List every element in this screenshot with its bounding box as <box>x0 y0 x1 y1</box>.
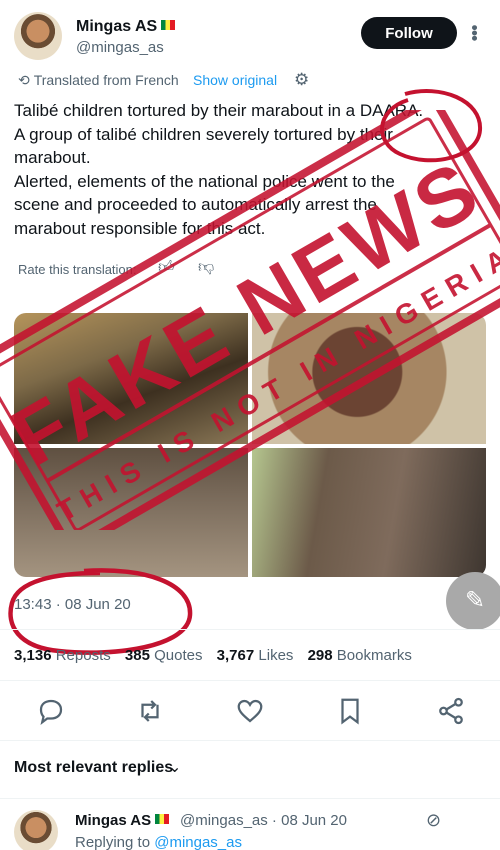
bookmarks-count[interactable]: 298 <box>308 647 333 664</box>
likes-label[interactable]: Likes <box>258 647 293 664</box>
media-photo[interactable] <box>14 313 248 444</box>
translated-notice: ⟲ Translated from French <box>18 72 179 88</box>
reply-avatar[interactable] <box>14 810 58 850</box>
post-text-line: Talibé children tortured by their marabo… <box>14 101 424 120</box>
grok-icon[interactable]: ⊘ <box>426 810 441 831</box>
post-header: Mingas AS @mingas_as Follow ••• <box>14 12 486 62</box>
senegal-flag-icon <box>161 20 176 30</box>
divider <box>0 740 500 741</box>
reply-icon[interactable] <box>36 696 66 726</box>
post-text-line: A group of talibé children severely tort… <box>14 124 393 144</box>
thumbs-down-icon[interactable]: 👎︎ <box>198 258 214 277</box>
replying-to: Replying to @mingas_as <box>75 834 242 850</box>
thumbs-up-icon[interactable]: 👍︎ <box>158 258 175 277</box>
show-original-link[interactable]: Show original <box>193 72 277 88</box>
replying-to-handle[interactable]: @mingas_as <box>154 834 242 850</box>
post-text-line: Alerted, elements of the national police… <box>14 171 395 191</box>
bookmark-icon[interactable] <box>335 696 365 726</box>
author-handle[interactable]: @mingas_as <box>76 39 164 56</box>
post-text-line: marabout. <box>14 148 91 167</box>
more-options-icon[interactable]: ••• <box>463 25 484 41</box>
senegal-flag-icon <box>155 814 170 824</box>
divider <box>0 798 500 799</box>
engagement-stats: 3,136 Reposts 385 Quotes 3,767 Likes 298… <box>14 647 412 664</box>
quotes-label[interactable]: Quotes <box>154 647 202 664</box>
pencil-icon: ✎ <box>464 587 486 614</box>
divider <box>0 680 500 681</box>
post-text-line: marabout responsible for this act. <box>14 218 266 238</box>
media-photo[interactable] <box>252 448 486 577</box>
post-text-line: scene and proceeded to automatically arr… <box>14 195 377 214</box>
media-photo[interactable] <box>252 313 486 444</box>
bookmarks-label[interactable]: Bookmarks <box>337 647 412 664</box>
like-icon[interactable] <box>235 696 265 726</box>
post-text: Talibé children tortured by their marabo… <box>14 99 484 240</box>
chevron-down-icon[interactable]: ⌄ <box>168 757 181 777</box>
media-grid <box>14 313 486 577</box>
rate-translation-label: Rate this translation: <box>18 262 137 277</box>
reposts-label[interactable]: Reposts <box>56 647 111 664</box>
reply-item[interactable]: Mingas AS @mingas_as · 08 Jun 20 ⊘ Reply… <box>14 810 486 850</box>
repost-icon[interactable] <box>135 696 165 726</box>
media-photo[interactable] <box>14 448 248 577</box>
share-icon[interactable] <box>436 696 466 726</box>
replies-sort-label[interactable]: Most relevant replies <box>14 759 173 777</box>
reposts-count[interactable]: 3,136 <box>14 647 52 664</box>
quotes-count[interactable]: 385 <box>125 647 150 664</box>
likes-count[interactable]: 3,767 <box>217 647 255 664</box>
translation-settings-icon[interactable]: ⚙ <box>294 70 309 90</box>
compose-button[interactable]: ✎ <box>446 572 500 630</box>
action-bar <box>0 696 500 726</box>
follow-button[interactable]: Follow <box>361 17 457 49</box>
divider <box>0 629 500 630</box>
reply-handle-date: @mingas_as · 08 Jun 20 <box>180 812 347 829</box>
translate-icon: ⟲ <box>18 72 30 88</box>
author-name[interactable]: Mingas AS <box>76 18 176 36</box>
author-avatar[interactable] <box>14 12 62 60</box>
reply-author-name[interactable]: Mingas AS <box>75 812 170 829</box>
post-timestamp[interactable]: 13:43 · 08 Jun 20 <box>14 596 131 613</box>
